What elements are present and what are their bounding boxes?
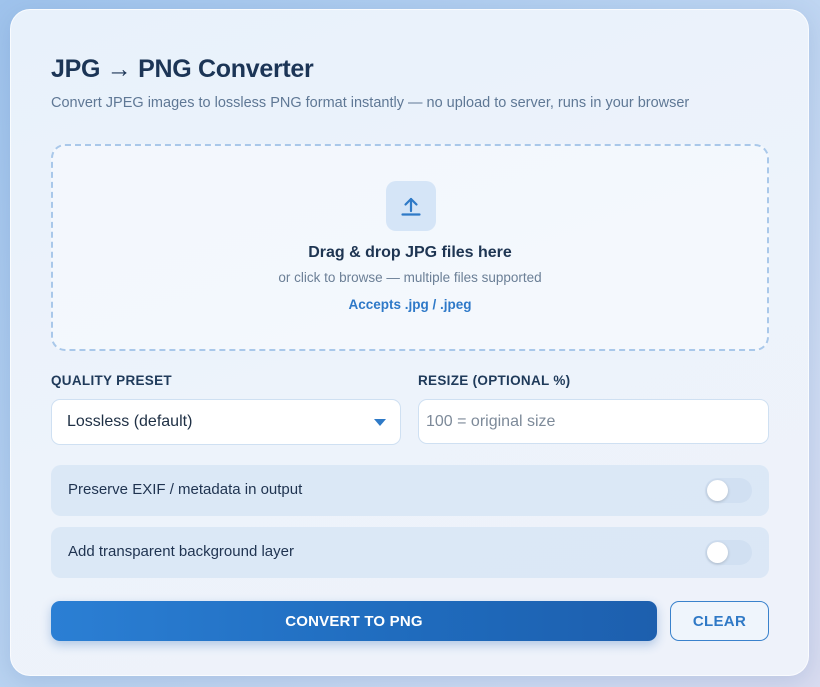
quality-preset-value: Lossless (default) (67, 413, 193, 430)
quality-preset-select[interactable]: Lossless (default) (51, 399, 401, 445)
convert-button[interactable]: CONVERT TO PNG (51, 601, 657, 641)
dropzone-accepted-types: Accepts .jpg / .jpeg (348, 297, 472, 312)
dropzone-subtitle: or click to browse — multiple files supp… (278, 270, 542, 285)
dropzone-title: Drag & drop JPG files here (308, 244, 512, 261)
toggle-knob (707, 542, 728, 563)
upload-icon (386, 181, 436, 231)
page-title: JPG → PNG Converter (51, 55, 314, 83)
toggle-knob (707, 480, 728, 501)
resize-label: RESIZE (OPTIONAL %) (418, 373, 571, 388)
quality-preset-label: QUALITY PRESET (51, 373, 172, 388)
transparent-background-toggle[interactable] (705, 540, 752, 565)
clear-button[interactable]: CLEAR (670, 601, 769, 641)
resize-input[interactable] (418, 399, 769, 444)
option-preserve-exif-label: Preserve EXIF / metadata in output (68, 481, 303, 498)
page-subtitle: Convert JPEG images to lossless PNG form… (51, 95, 690, 111)
chevron-down-icon (374, 419, 386, 426)
option-preserve-exif: Preserve EXIF / metadata in output (51, 465, 769, 516)
preserve-exif-toggle[interactable] (705, 478, 752, 503)
converter-card: JPG → PNG Converter Convert JPEG images … (10, 9, 809, 676)
option-transparent-background: Add transparent background layer (51, 527, 769, 578)
file-dropzone[interactable]: Drag & drop JPG files here or click to b… (51, 144, 769, 351)
option-transparent-background-label: Add transparent background layer (68, 543, 294, 560)
